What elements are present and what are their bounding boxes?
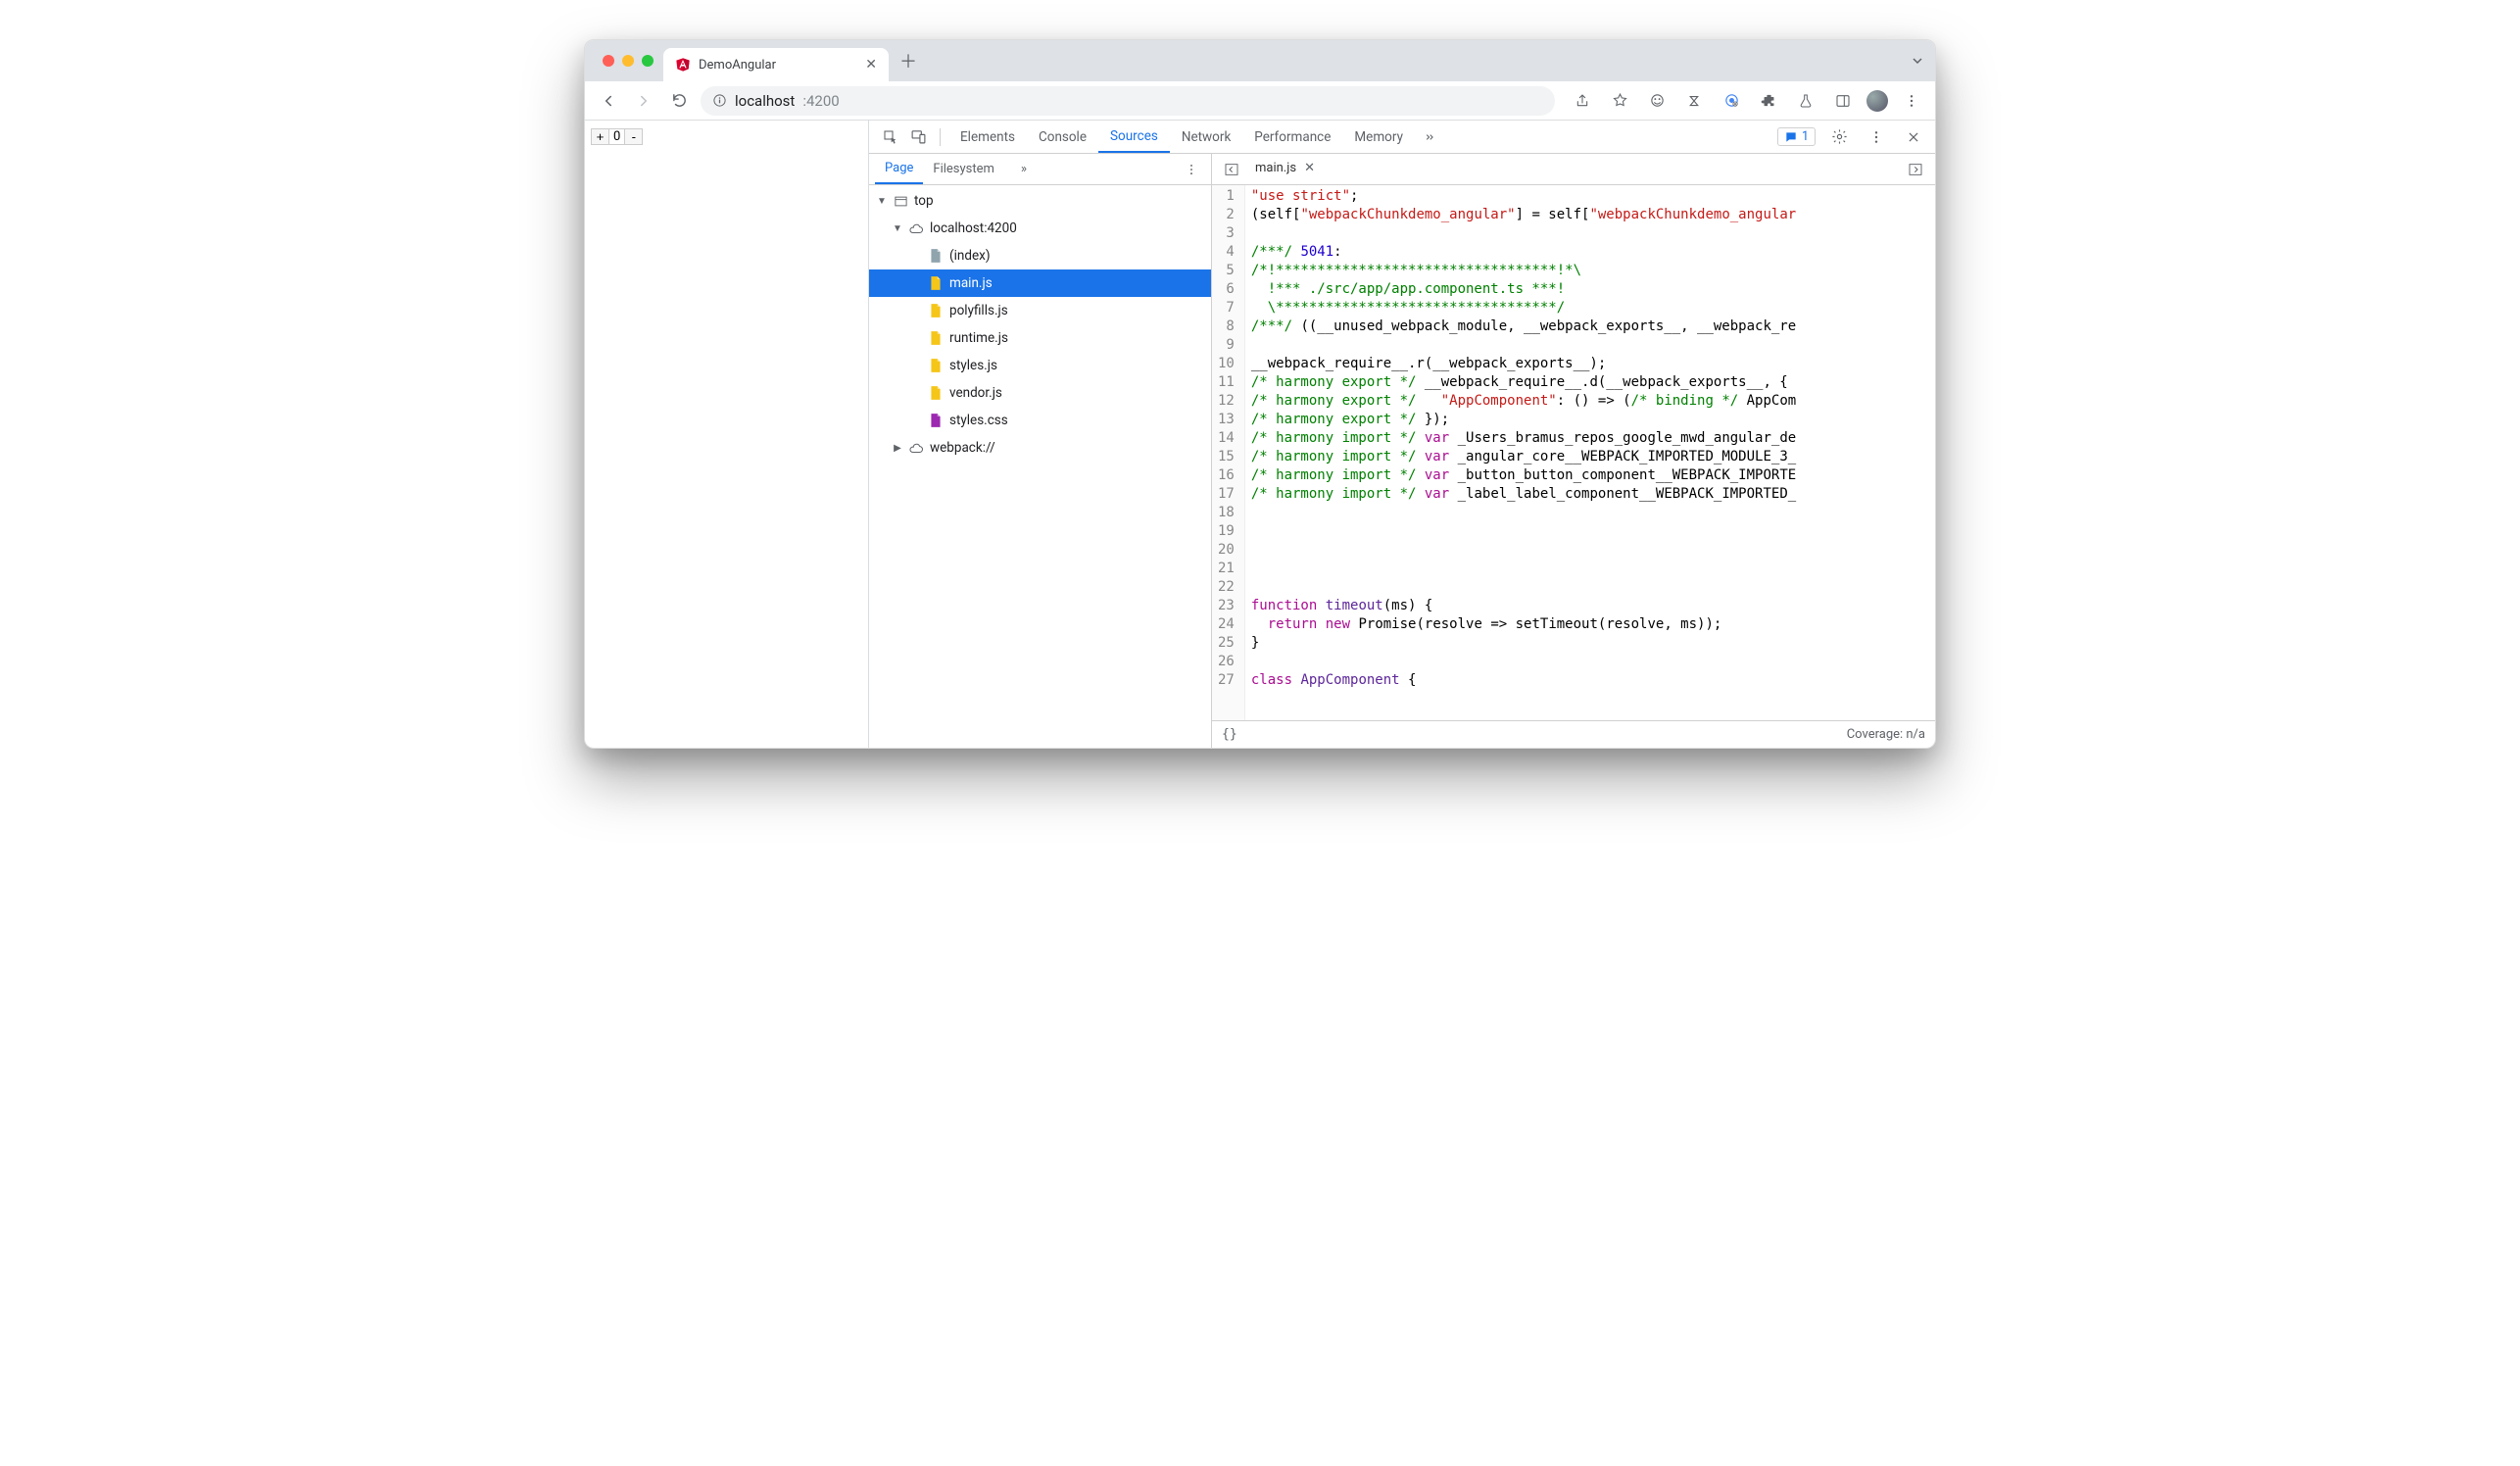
maximize-window-button[interactable] [642,55,654,67]
extension-icon-2[interactable] [1680,87,1708,115]
devtools-main: PageFilesystem » ▼top▼localhost:4200(ind… [869,154,1935,748]
back-button[interactable] [595,87,622,115]
labs-flask-icon[interactable] [1792,87,1819,115]
minimize-window-button[interactable] [622,55,634,67]
extension-icon-3[interactable] [1718,87,1745,115]
issue-count: 1 [1802,129,1809,144]
address-bar[interactable]: localhost :4200 [701,86,1555,116]
extension-icon-1[interactable] [1643,87,1671,115]
reload-button[interactable] [665,87,693,115]
tree-file-3[interactable]: runtime.js [869,324,1211,352]
devtools-close-icon[interactable] [1900,123,1927,151]
browser-menu-icon[interactable] [1898,87,1925,115]
sources-sidebar: PageFilesystem » ▼top▼localhost:4200(ind… [869,154,1212,748]
device-toggle-icon[interactable] [904,123,932,151]
devtools-tab-network[interactable]: Network [1170,121,1242,153]
increment-button[interactable]: + [592,129,609,144]
devtools-settings-icon[interactable] [1825,123,1853,151]
content-area: + 0 - ElementsConsoleSourcesNetworkPerfo… [585,121,1935,748]
counter-widget: + 0 - [591,128,643,145]
bookmark-star-icon[interactable] [1606,87,1633,115]
code-editor: main.js ✕ 1 2 3 4 5 6 7 8 9 10 11 12 13 … [1212,154,1935,748]
pretty-print-button[interactable]: {} [1222,727,1237,742]
code-lines: "use strict"; (self["webpackChunkdemo_an… [1245,185,1935,720]
sidebar-tab-filesystem[interactable]: Filesystem [923,154,1004,184]
line-gutter: 1 2 3 4 5 6 7 8 9 10 11 12 13 14 15 16 1… [1212,185,1245,720]
tree-top[interactable]: ▼top [869,187,1211,215]
tree-file-5[interactable]: vendor.js [869,379,1211,407]
window-controls [597,55,663,67]
tree-host[interactable]: ▼localhost:4200 [869,215,1211,242]
share-icon[interactable] [1569,87,1596,115]
tab-title: DemoAngular [699,58,776,73]
counter-value: 0 [609,129,624,144]
devtools-more-tabs-icon[interactable] [1415,123,1442,151]
profile-avatar[interactable] [1866,90,1888,112]
inspect-element-icon[interactable] [877,123,904,151]
devtools-tabbar: ElementsConsoleSourcesNetworkPerformance… [869,121,1935,154]
tabs-dropdown-button[interactable] [1912,55,1923,67]
info-icon [712,93,727,108]
toggle-debugger-icon[interactable] [1902,156,1929,183]
browser-tab[interactable]: DemoAngular ✕ [663,48,889,81]
sources-sidebar-tabs: PageFilesystem » [869,154,1211,185]
issues-badge[interactable]: 1 [1777,127,1816,146]
editor-file-tab[interactable]: main.js ✕ [1245,154,1325,184]
editor-statusbar: {} Coverage: n/a [1212,720,1935,748]
tree-file-2[interactable]: polyfills.js [869,297,1211,324]
devtools-tab-elements[interactable]: Elements [948,121,1027,153]
devtools-tab-performance[interactable]: Performance [1242,121,1342,153]
rendered-page: + 0 - [585,121,869,748]
devtools-tabs: ElementsConsoleSourcesNetworkPerformance… [948,121,1415,153]
sidebar-more-tabs-icon[interactable]: » [1010,156,1038,183]
devtools-panel: ElementsConsoleSourcesNetworkPerformance… [869,121,1935,748]
editor-tabbar: main.js ✕ [1212,154,1935,185]
tab-strip: DemoAngular ✕ ＋ [585,40,1935,81]
sidebar-menu-icon[interactable] [1178,156,1205,183]
file-tree[interactable]: ▼top▼localhost:4200(index)main.jspolyfil… [869,185,1211,748]
editor-file-name: main.js [1255,161,1296,175]
tree-file-1[interactable]: main.js [869,269,1211,297]
devtools-menu-icon[interactable] [1863,123,1890,151]
code-area[interactable]: 1 2 3 4 5 6 7 8 9 10 11 12 13 14 15 16 1… [1212,185,1935,720]
sidebar-tab-page[interactable]: Page [875,154,923,184]
chat-icon [1784,130,1798,144]
url-port: :4200 [802,92,839,110]
devtools-tab-memory[interactable]: Memory [1342,121,1415,153]
angular-favicon [675,57,691,73]
tree-file-6[interactable]: styles.css [869,407,1211,434]
url-host: localhost [735,92,795,110]
close-window-button[interactable] [603,55,614,67]
browser-window: DemoAngular ✕ ＋ localhost :4200 [584,39,1936,749]
tree-file-4[interactable]: styles.js [869,352,1211,379]
forward-button[interactable] [630,87,657,115]
new-tab-button[interactable]: ＋ [895,47,922,74]
coverage-label: Coverage: n/a [1847,727,1925,742]
extensions-puzzle-icon[interactable] [1755,87,1782,115]
close-file-icon[interactable]: ✕ [1304,161,1315,175]
devtools-tab-console[interactable]: Console [1027,121,1098,153]
toolbar-actions [1563,87,1925,115]
tree-file-0[interactable]: (index) [869,242,1211,269]
side-panel-icon[interactable] [1829,87,1857,115]
toggle-navigator-icon[interactable] [1218,156,1245,183]
devtools-tab-sources[interactable]: Sources [1098,121,1170,153]
tree-webpack[interactable]: ▶webpack:// [869,434,1211,462]
close-tab-button[interactable]: ✕ [865,58,877,72]
browser-toolbar: localhost :4200 [585,81,1935,121]
decrement-button[interactable]: - [624,129,642,144]
